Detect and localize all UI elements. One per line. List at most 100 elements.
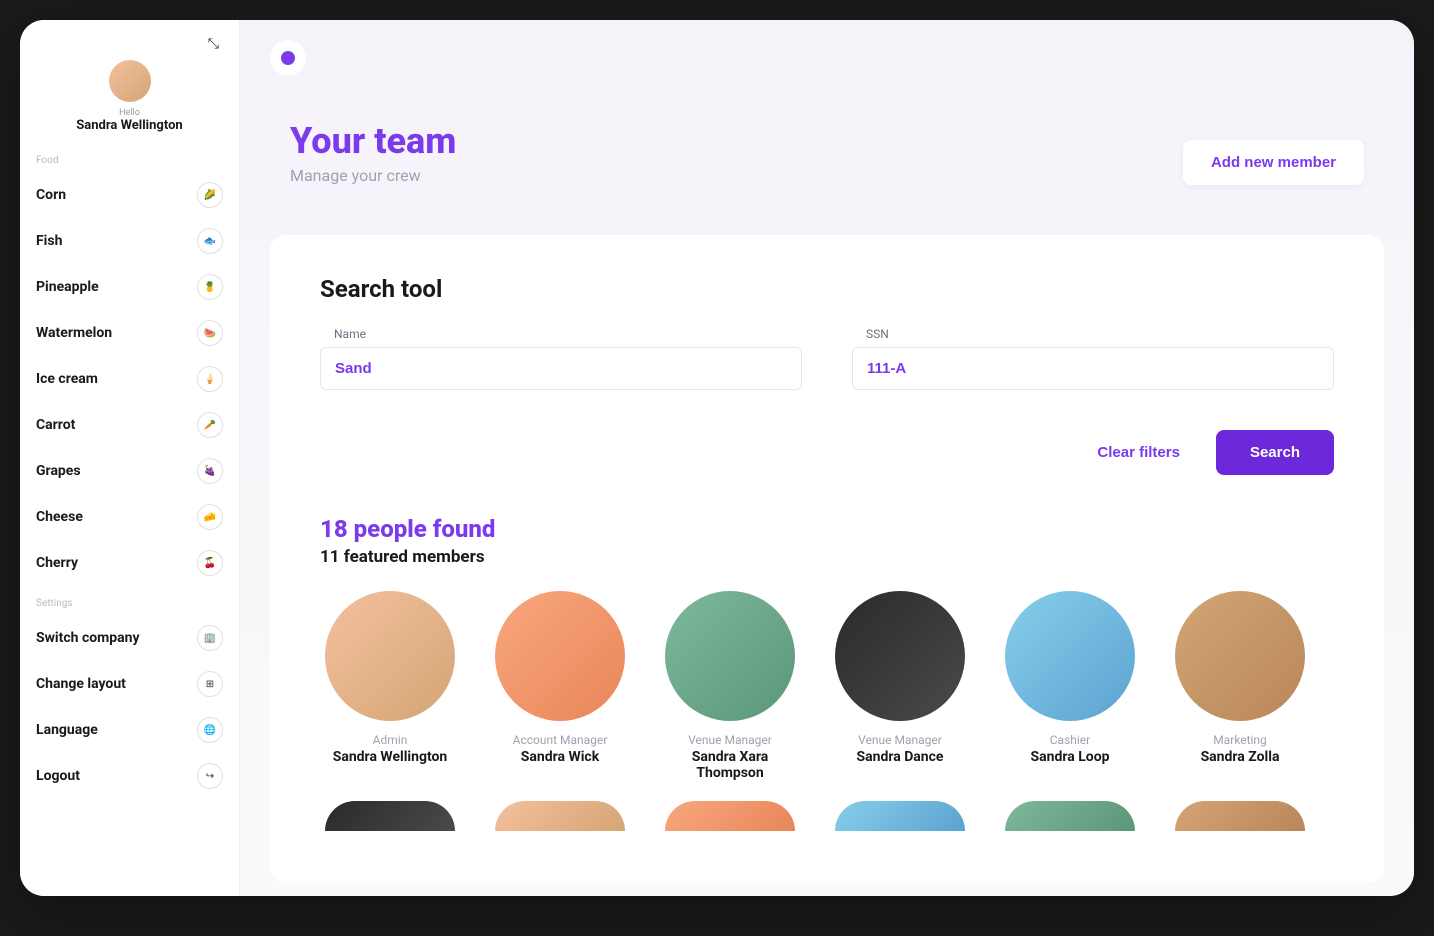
member-avatar <box>835 591 965 721</box>
member-avatar <box>1005 801 1135 831</box>
search-fields: Name SSN <box>320 327 1334 390</box>
member-avatar <box>835 801 965 831</box>
layout-icon: ⊞ <box>197 671 223 697</box>
user-avatar[interactable] <box>109 60 151 102</box>
sidebar-item-label: Carrot <box>36 417 75 433</box>
member-name: Sandra Dance <box>830 749 970 765</box>
member-avatar <box>665 801 795 831</box>
collapse-icon: ⤡ <box>208 36 219 52</box>
name-label: Name <box>320 327 802 341</box>
sidebar-item-carrot[interactable]: Carrot 🥕 <box>32 402 227 448</box>
sidebar-item-label: Fish <box>36 233 62 249</box>
member-name: Sandra Loop <box>1000 749 1140 765</box>
member-role: Admin <box>320 733 460 747</box>
page-subtitle: Manage your crew <box>290 166 456 185</box>
sidebar-item-label: Cheese <box>36 509 83 525</box>
sidebar-item-cherry[interactable]: Cherry 🍒 <box>32 540 227 586</box>
sidebar-item-icecream[interactable]: Ice cream 🍦 <box>32 356 227 402</box>
fish-icon: 🐟 <box>197 228 223 254</box>
member-avatar <box>665 591 795 721</box>
member-card[interactable] <box>490 801 630 843</box>
sidebar-item-corn[interactable]: Corn 🌽 <box>32 172 227 218</box>
member-avatar <box>1175 591 1305 721</box>
member-avatar <box>325 801 455 831</box>
sidebar-item-logout[interactable]: Logout ↪ <box>32 753 227 799</box>
sidebar-item-label: Pineapple <box>36 279 99 295</box>
member-role: Venue Manager <box>830 733 970 747</box>
member-avatar <box>1005 591 1135 721</box>
icecream-icon: 🍦 <box>197 366 223 392</box>
sidebar-item-label: Change layout <box>36 676 126 692</box>
sidebar-item-label: Language <box>36 722 98 738</box>
featured-count: 11 featured members <box>320 547 1334 567</box>
member-card[interactable] <box>320 801 460 843</box>
member-avatar <box>1175 801 1305 831</box>
member-card[interactable]: Marketing Sandra Zolla <box>1170 591 1310 781</box>
sidebar-item-switch-company[interactable]: Switch company 🏢 <box>32 615 227 661</box>
member-name: Sandra Wick <box>490 749 630 765</box>
sidebar-item-label: Switch company <box>36 630 140 646</box>
status-indicator <box>270 40 306 76</box>
sidebar-item-label: Cherry <box>36 555 78 571</box>
company-icon: 🏢 <box>197 625 223 651</box>
results-count: 18 people found <box>320 515 1334 543</box>
member-name: Sandra Wellington <box>320 749 460 765</box>
sidebar-item-label: Grapes <box>36 463 81 479</box>
member-avatar <box>495 591 625 721</box>
add-member-button[interactable]: Add new member <box>1183 140 1364 185</box>
member-role: Venue Manager <box>660 733 800 747</box>
sidebar-item-language[interactable]: Language 🌐 <box>32 707 227 753</box>
ssn-label: SSN <box>852 327 1334 341</box>
member-card[interactable]: Admin Sandra Wellington <box>320 591 460 781</box>
sidebar-item-cheese[interactable]: Cheese 🧀 <box>32 494 227 540</box>
sidebar-item-label: Logout <box>36 768 80 784</box>
watermelon-icon: 🍉 <box>197 320 223 346</box>
sidebar-item-change-layout[interactable]: Change layout ⊞ <box>32 661 227 707</box>
member-name: Sandra Xara Thompson <box>660 749 800 781</box>
member-name: Sandra Zolla <box>1170 749 1310 765</box>
search-actions: Clear filters Search <box>320 430 1334 475</box>
grapes-icon: 🍇 <box>197 458 223 484</box>
logout-icon: ↪ <box>197 763 223 789</box>
sidebar-item-pineapple[interactable]: Pineapple 🍍 <box>32 264 227 310</box>
search-title: Search tool <box>320 275 1334 303</box>
ssn-input[interactable] <box>852 347 1334 390</box>
user-name: Sandra Wellington <box>32 118 227 133</box>
sidebar-item-label: Ice cream <box>36 371 98 387</box>
member-card[interactable]: Venue Manager Sandra Dance <box>830 591 970 781</box>
member-card[interactable] <box>830 801 970 843</box>
section-settings-label: Settings <box>32 592 227 615</box>
sidebar: ⤡ Hello Sandra Wellington Food Corn 🌽 Fi… <box>20 20 240 896</box>
member-grid-row2 <box>320 801 1334 843</box>
corn-icon: 🌽 <box>197 182 223 208</box>
member-card[interactable]: Venue Manager Sandra Xara Thompson <box>660 591 800 781</box>
member-card[interactable] <box>1170 801 1310 843</box>
member-grid: Admin Sandra Wellington Account Manager … <box>320 591 1334 781</box>
collapse-button[interactable]: ⤡ <box>32 36 227 52</box>
cherry-icon: 🍒 <box>197 550 223 576</box>
sidebar-item-watermelon[interactable]: Watermelon 🍉 <box>32 310 227 356</box>
clear-filters-button[interactable]: Clear filters <box>1077 430 1200 475</box>
member-role: Marketing <box>1170 733 1310 747</box>
profile-block: Hello Sandra Wellington <box>32 60 227 133</box>
member-card[interactable] <box>660 801 800 843</box>
app-frame: ⤡ Hello Sandra Wellington Food Corn 🌽 Fi… <box>20 20 1414 896</box>
member-card[interactable] <box>1000 801 1140 843</box>
greeting-text: Hello <box>32 108 227 118</box>
member-role: Account Manager <box>490 733 630 747</box>
member-role: Cashier <box>1000 733 1140 747</box>
name-field-group: Name <box>320 327 802 390</box>
member-card[interactable]: Account Manager Sandra Wick <box>490 591 630 781</box>
member-card[interactable]: Cashier Sandra Loop <box>1000 591 1140 781</box>
section-food-label: Food <box>32 149 227 172</box>
search-button[interactable]: Search <box>1216 430 1334 475</box>
member-avatar <box>325 591 455 721</box>
sidebar-item-label: Watermelon <box>36 325 112 341</box>
main-content: Your team Manage your crew Add new membe… <box>240 20 1414 896</box>
search-panel: Search tool Name SSN Clear filters Searc… <box>270 235 1384 883</box>
name-input[interactable] <box>320 347 802 390</box>
member-avatar <box>495 801 625 831</box>
sidebar-item-fish[interactable]: Fish 🐟 <box>32 218 227 264</box>
pineapple-icon: 🍍 <box>197 274 223 300</box>
sidebar-item-grapes[interactable]: Grapes 🍇 <box>32 448 227 494</box>
